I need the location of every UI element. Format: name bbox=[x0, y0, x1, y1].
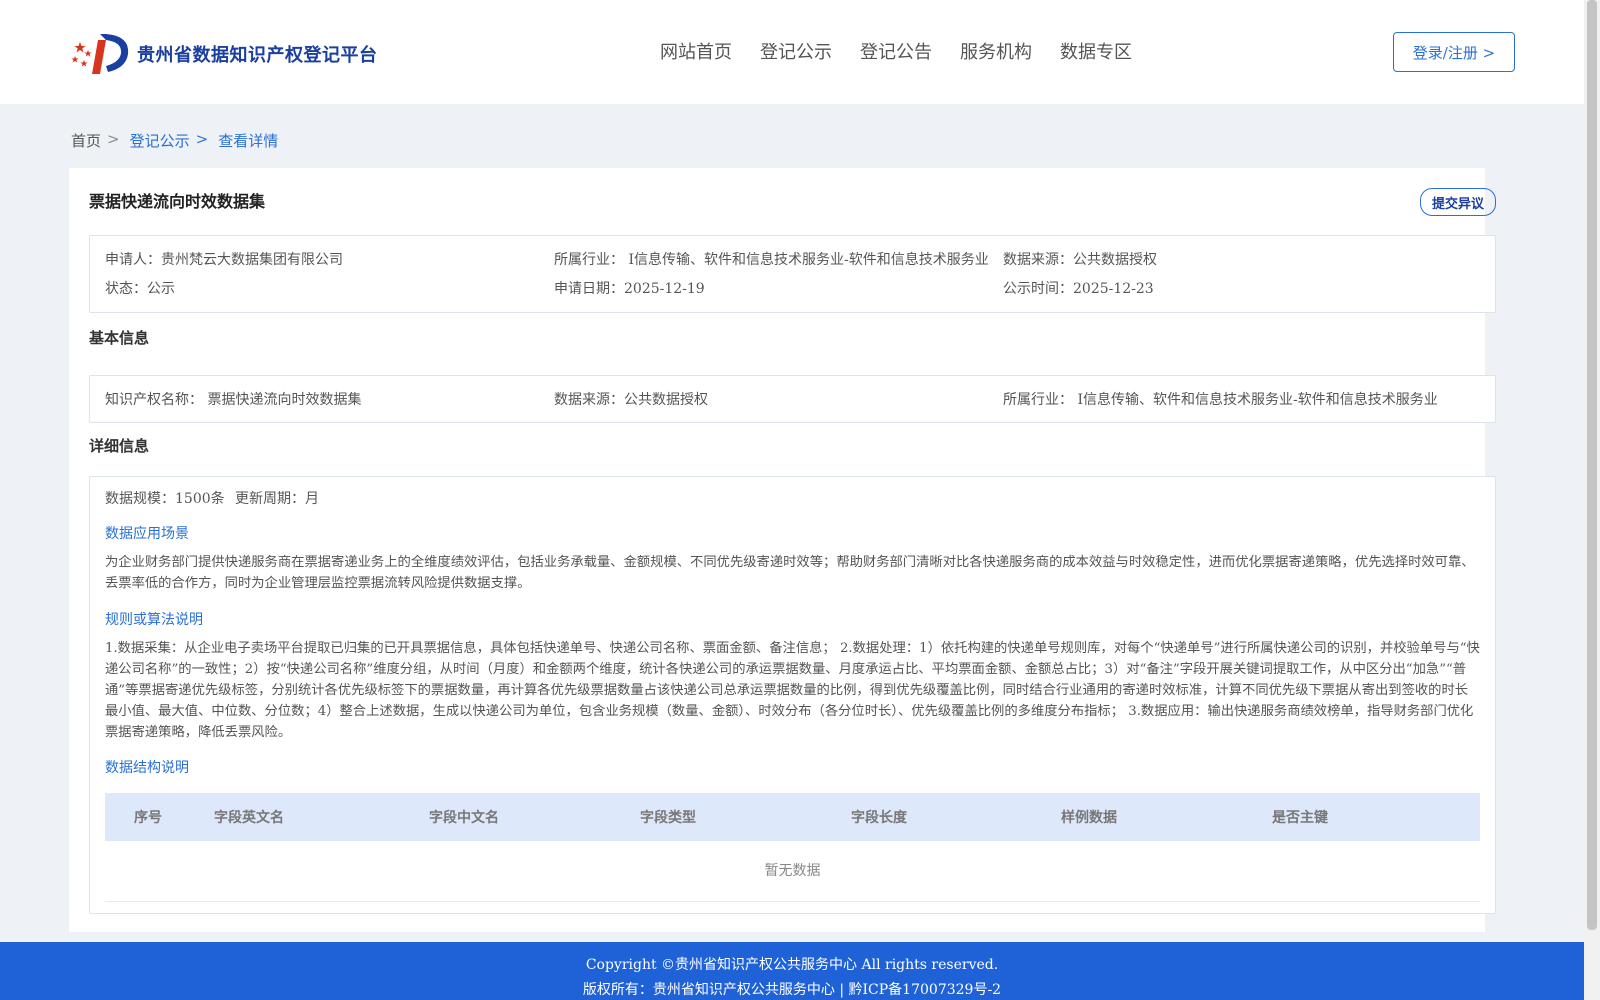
footer-copyright: Copyright ©贵州省知识产权公共服务中心 All rights rese… bbox=[585, 957, 999, 973]
basic-info-heading: 基本信息 bbox=[89, 329, 150, 347]
nav-service-agencies[interactable]: 服务机构 bbox=[960, 38, 1032, 64]
column-header-primary-key: 是否主键 bbox=[1272, 810, 1328, 826]
industry-field: 所属行业： I信息传输、软件和信息技术服务业-软件和信息技术服务业 bbox=[554, 252, 989, 268]
summary-panel: 申请人：贵州梵云大数据集团有限公司 所属行业： I信息传输、软件和信息技术服务业… bbox=[89, 235, 1496, 313]
platform-logo-icon[interactable] bbox=[70, 26, 130, 80]
breadcrumb: 首页 > 登记公示 > 查看详情 bbox=[71, 130, 278, 151]
breadcrumb-separator: > bbox=[107, 130, 120, 148]
column-header-field-en: 字段英文名 bbox=[214, 810, 284, 826]
rule-algorithm-heading: 规则或算法说明 bbox=[105, 612, 203, 628]
column-header-field-type: 字段类型 bbox=[640, 810, 696, 826]
footer-icp-record[interactable]: 版权所有：贵州省知识产权公共服务中心 | 黔ICP备17007329号-2 bbox=[0, 979, 1584, 999]
breadcrumb-home[interactable]: 首页 bbox=[71, 130, 101, 151]
login-register-button[interactable]: 登录/注册 > bbox=[1393, 32, 1515, 72]
site-brand-name: 贵州省数据知识产权登记平台 bbox=[137, 45, 378, 66]
column-header-field-length: 字段长度 bbox=[851, 810, 907, 826]
publish-date-field: 公示时间：2025-12-23 bbox=[1003, 281, 1154, 297]
data-structure-heading: 数据结构说明 bbox=[105, 760, 189, 776]
data-scale-field: 数据规模：1500条 bbox=[105, 491, 225, 507]
data-source-field: 数据来源：公共数据授权 bbox=[1003, 252, 1157, 268]
application-scene-heading: 数据应用场景 bbox=[105, 526, 189, 542]
column-header-index: 序号 bbox=[134, 810, 162, 826]
column-header-sample: 样例数据 bbox=[1061, 810, 1117, 826]
basic-info-panel: 知识产权名称： 票据快递流向时效数据集 数据来源：公共数据授权 所属行业： I信… bbox=[89, 375, 1496, 423]
apply-date-field: 申请日期：2025-12-19 bbox=[554, 281, 705, 297]
application-scene-text: 为企业财务部门提供快递服务商在票据寄递业务上的全维度绩效评估，包括业务承载量、金… bbox=[105, 555, 1475, 591]
basic-data-source-field: 数据来源：公共数据授权 bbox=[554, 392, 708, 408]
site-footer: Copyright ©贵州省知识产权公共服务中心 All rights rese… bbox=[0, 942, 1584, 1000]
table-empty-state: 暂无数据 bbox=[105, 841, 1480, 902]
breadcrumb-registration-publicity[interactable]: 登记公示 bbox=[130, 130, 190, 151]
basic-industry-field: 所属行业： I信息传输、软件和信息技术服务业-软件和信息技术服务业 bbox=[1003, 392, 1438, 408]
detail-card: 票据快递流向时效数据集 提交异议 申请人：贵州梵云大数据集团有限公司 所属行业：… bbox=[69, 168, 1496, 932]
applicant-field: 申请人：贵州梵云大数据集团有限公司 bbox=[105, 252, 343, 268]
status-field: 状态：公示 bbox=[105, 281, 175, 297]
site-header: 贵州省数据知识产权登记平台 网站首页 登记公示 登记公告 服务机构 数据专区 登… bbox=[0, 0, 1584, 104]
nav-data-zone[interactable]: 数据专区 bbox=[1060, 38, 1132, 64]
breadcrumb-current: 查看详情 bbox=[218, 132, 279, 150]
nav-registration-announcement[interactable]: 登记公告 bbox=[860, 38, 932, 64]
submit-objection-button[interactable]: 提交异议 bbox=[1420, 188, 1496, 216]
update-cycle-field: 更新周期：月 bbox=[235, 491, 319, 507]
detail-info-heading: 详细信息 bbox=[89, 437, 150, 455]
dataset-title: 票据快递流向时效数据集 bbox=[89, 192, 266, 211]
structure-table-header: 序号 字段英文名 字段中文名 字段类型 字段长度 样例数据 是否主键 bbox=[105, 793, 1480, 841]
rule-algorithm-text: 1.数据采集：从企业电子卖场平台提取已归集的已开具票据信息，具体包括快递单号、快… bbox=[105, 641, 1480, 740]
ip-name-field: 知识产权名称： 票据快递流向时效数据集 bbox=[105, 392, 362, 408]
detail-info-panel: 数据规模：1500条 更新周期：月 数据应用场景 为企业财务部门提供快递服务商在… bbox=[89, 476, 1496, 914]
column-header-field-cn: 字段中文名 bbox=[429, 810, 499, 826]
nav-home[interactable]: 网站首页 bbox=[660, 38, 732, 64]
main-nav: 网站首页 登记公示 登记公告 服务机构 数据专区 bbox=[660, 38, 1132, 64]
page-scrollbar-thumb[interactable] bbox=[1587, 0, 1597, 930]
nav-registration-publicity[interactable]: 登记公示 bbox=[760, 38, 832, 64]
breadcrumb-separator: > bbox=[195, 130, 209, 148]
